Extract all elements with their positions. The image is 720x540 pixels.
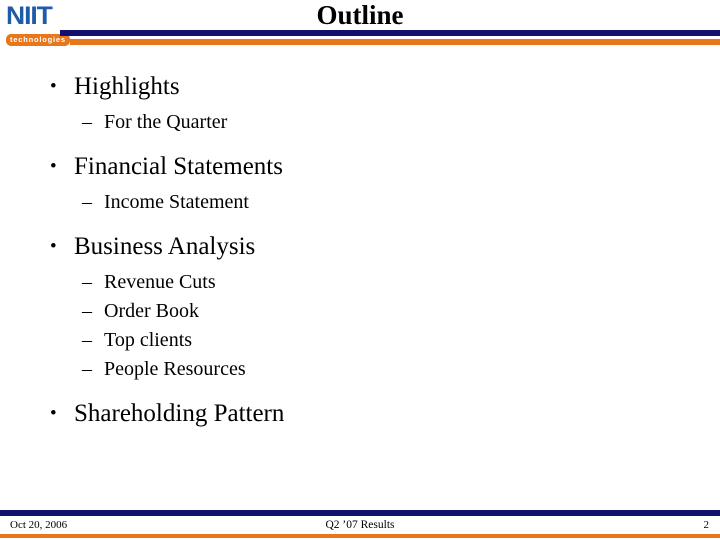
subbullet-order-book: – Order Book (82, 297, 720, 326)
bullet-label: Financial Statements (74, 153, 283, 180)
bullet-dash-icon: – (82, 191, 92, 213)
bullet-financial-statements: • Financial Statements (48, 150, 720, 184)
slide-header: NIIT technologies Outline (0, 0, 720, 48)
bullet-shareholding-pattern: • Shareholding Pattern (48, 397, 720, 431)
bullet-dot-icon: • (50, 76, 57, 97)
bullet-label: Highlights (74, 73, 180, 100)
subbullet-income-statement: – Income Statement (82, 188, 720, 217)
bullet-dash-icon: – (82, 271, 92, 293)
bullet-highlights: • Highlights (48, 70, 720, 104)
subbullet-label: Order Book (104, 300, 199, 322)
slide-footer: Oct 20, 2006 Q2 ’07 Results 2 (0, 505, 720, 540)
bullet-dash-icon: – (82, 300, 92, 322)
subbullet-label: Top clients (104, 329, 193, 351)
header-orange-rule (70, 39, 720, 45)
bullet-dash-icon: – (82, 111, 92, 133)
subbullet-label: People Resources (104, 358, 246, 380)
slide-body: • Highlights – For the Quarter • Financi… (0, 70, 720, 500)
bullet-dot-icon: • (50, 403, 57, 424)
subbullet-people-resources: – People Resources (82, 355, 720, 384)
bullet-business-analysis: • Business Analysis (48, 230, 720, 264)
footer-navy-rule (0, 510, 720, 516)
bullet-dot-icon: • (50, 156, 57, 177)
bullet-label: Shareholding Pattern (74, 400, 285, 427)
page-title: Outline (316, 0, 404, 30)
subbullet-top-clients: – Top clients (82, 326, 720, 355)
subbullet-for-the-quarter: – For the Quarter (82, 108, 720, 137)
bullet-dash-icon: – (82, 358, 92, 380)
subbullet-label: Revenue Cuts (104, 271, 216, 293)
bullet-dot-icon: • (50, 236, 57, 257)
subbullet-label: Income Statement (104, 191, 249, 213)
page-number: 2 (703, 519, 710, 531)
slide: NIIT technologies Outline • Highlights –… (0, 0, 720, 540)
subbullet-revenue-cuts: – Revenue Cuts (82, 268, 720, 297)
bullet-label: Business Analysis (74, 233, 256, 260)
footer-orange-rule (0, 534, 720, 538)
footer-title: Q2 ’07 Results (325, 519, 395, 531)
bullet-dash-icon: – (82, 329, 92, 351)
subbullet-label: For the Quarter (104, 111, 228, 133)
